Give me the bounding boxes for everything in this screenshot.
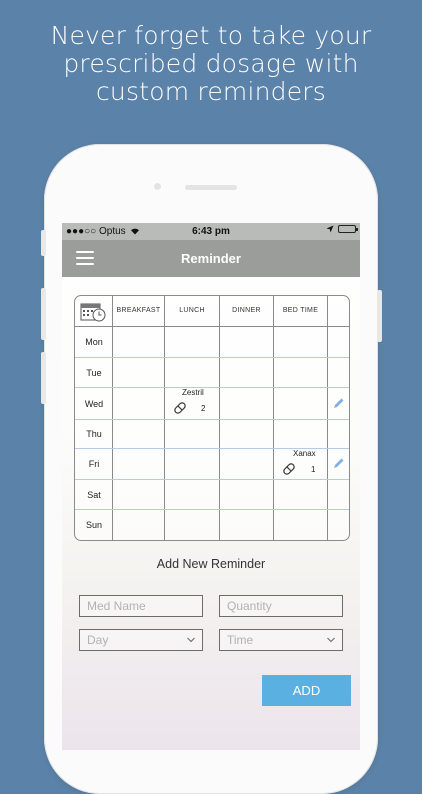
earpiece-speaker <box>185 185 237 190</box>
reminder-grid: BREAKFAST LUNCH DINNER BED TIME Mon Tue … <box>74 295 350 541</box>
day-label-mon: Mon <box>85 337 103 347</box>
edit-pencil-icon[interactable] <box>333 397 345 409</box>
quantity-input[interactable] <box>219 595 343 617</box>
day-label-tue: Tue <box>86 368 102 378</box>
column-header-lunch: LUNCH <box>179 307 205 314</box>
status-time: 6:43 pm <box>192 226 230 237</box>
headline-line-2: prescribed dosage with <box>63 49 359 78</box>
volume-up-button <box>41 288 46 340</box>
day-label-thu: Thu <box>86 429 102 439</box>
entry-quantity: 2 <box>201 404 206 413</box>
day-label-fri: Fri <box>88 459 100 469</box>
headline: Never forget to take your prescribed dos… <box>0 22 422 106</box>
mute-switch <box>41 230 46 256</box>
status-right <box>326 225 358 233</box>
location-arrow-icon <box>326 225 334 233</box>
column-header-dinner: DINNER <box>232 307 261 314</box>
time-select[interactable]: Time <box>219 629 343 651</box>
day-label-sat: Sat <box>87 490 101 500</box>
time-select-value: Time <box>227 633 254 647</box>
headline-line-3: custom reminders <box>95 77 327 106</box>
edit-pencil-icon[interactable] <box>333 457 345 469</box>
headline-line-1: Never forget to take your <box>50 21 372 50</box>
day-select-value: Day <box>87 633 109 647</box>
column-header-bed-time: BED TIME <box>282 307 319 314</box>
entry-med-name[interactable]: Zestril <box>182 388 204 397</box>
chevron-down-icon <box>187 637 195 643</box>
pill-icon <box>283 463 295 475</box>
entry-med-name[interactable]: Xanax <box>293 449 316 458</box>
day-select[interactable]: Day <box>79 629 203 651</box>
chevron-down-icon <box>327 637 335 643</box>
battery-icon <box>338 225 358 233</box>
med-name-input[interactable] <box>79 595 203 617</box>
front-camera <box>154 183 161 190</box>
power-button <box>377 290 382 342</box>
app-screen: ●●●○○ Optus 6:43 pm Reminder BREAKFAST L… <box>62 223 360 750</box>
add-button[interactable]: ADD <box>262 675 351 706</box>
day-label-sun: Sun <box>85 520 102 530</box>
pill-icon <box>174 402 186 414</box>
day-label-wed: Wed <box>84 399 104 409</box>
status-bar: ●●●○○ Optus 6:43 pm <box>62 223 360 240</box>
add-reminder-title: Add New Reminder <box>156 557 266 571</box>
nav-bar: Reminder <box>62 240 360 277</box>
nav-title: Reminder <box>181 251 241 266</box>
entry-quantity: 1 <box>311 465 316 474</box>
column-header-breakfast: BREAKFAST <box>116 307 161 314</box>
calendar-clock-icon <box>80 303 106 322</box>
volume-down-button <box>41 352 46 404</box>
